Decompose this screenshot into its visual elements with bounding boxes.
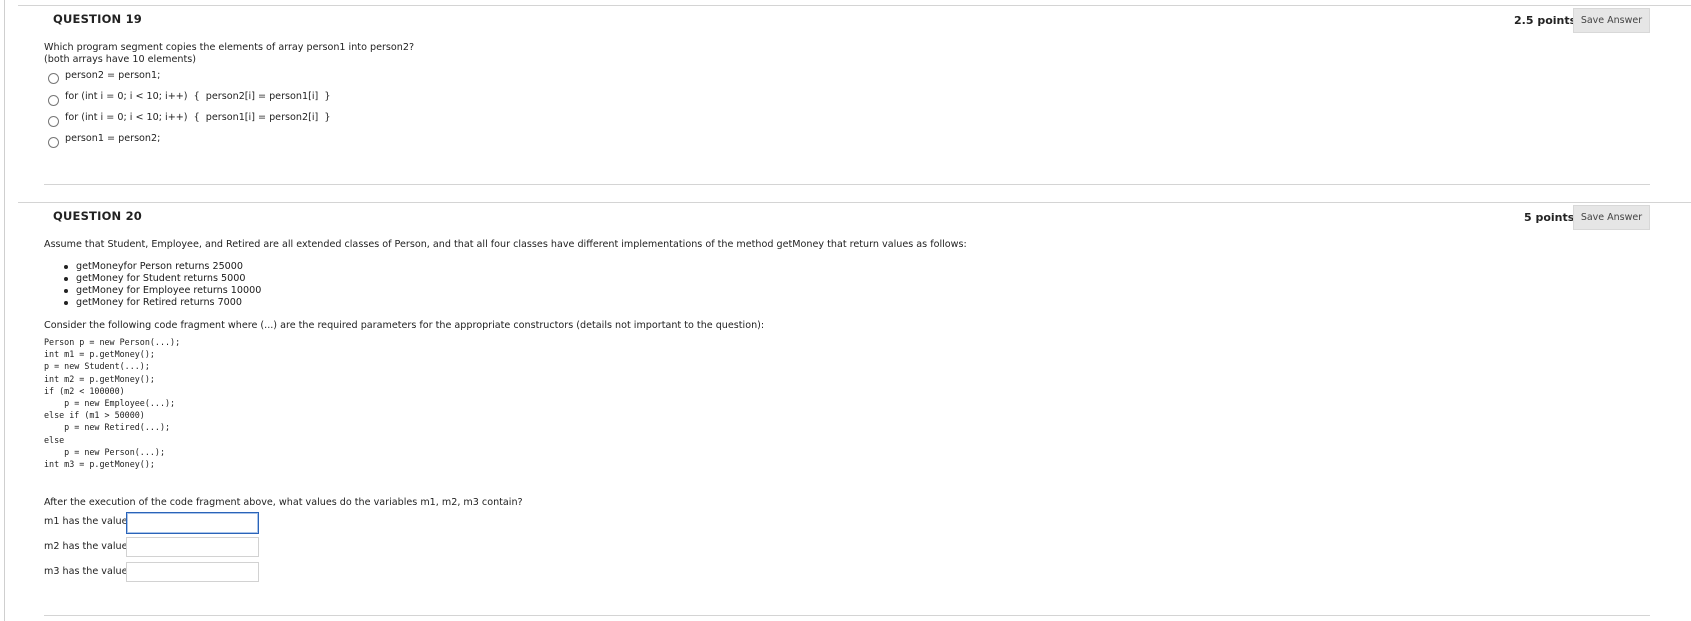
q19-option-3-radio[interactable] bbox=[48, 116, 59, 127]
code-line: int m1 = p.getMoney(); bbox=[44, 349, 155, 360]
q20-save-answer-button[interactable]: Save Answer bbox=[1573, 205, 1650, 230]
q20-intro: Assume that Student, Employee, and Retir… bbox=[44, 239, 967, 250]
code-line: Person p = new Person(...); bbox=[44, 337, 181, 347]
list-item: getMoney for Student returns 5000 bbox=[60, 273, 261, 285]
code-line: p = new Person(...); bbox=[44, 446, 166, 457]
m3-label: m3 has the value bbox=[44, 566, 128, 577]
m1-label: m1 has the value bbox=[44, 516, 128, 527]
page-left-border bbox=[4, 0, 5, 621]
m1-answer-input[interactable] bbox=[126, 512, 259, 534]
list-item: getMoney for Employee returns 10000 bbox=[60, 285, 261, 297]
q20-after-text: After the execution of the code fragment… bbox=[44, 497, 523, 508]
q20-bottom-divider bbox=[44, 615, 1650, 616]
code-line: else bbox=[44, 434, 65, 445]
code-line: int m2 = p.getMoney(); bbox=[44, 373, 155, 384]
q19-points: 2.5 points bbox=[1514, 14, 1577, 27]
m2-label: m2 has the value bbox=[44, 541, 128, 552]
q19-save-answer-button[interactable]: Save Answer bbox=[1573, 8, 1650, 33]
q19-option-2-label[interactable]: for (int i = 0; i < 10; i++) { person2[i… bbox=[65, 91, 330, 102]
q19-prompt-line2: (both arrays have 10 elements) bbox=[44, 54, 196, 65]
q20-return-values-list: getMoneyfor Person returns 25000 getMone… bbox=[60, 261, 261, 309]
q20-consider-text: Consider the following code fragment whe… bbox=[44, 320, 765, 331]
code-line: p = new Retired(...); bbox=[44, 422, 171, 433]
code-line: int m3 = p.getMoney(); bbox=[44, 459, 155, 470]
list-item: getMoneyfor Person returns 25000 bbox=[60, 261, 261, 273]
m3-answer-input[interactable] bbox=[126, 562, 259, 582]
q19-bottom-divider bbox=[44, 184, 1650, 185]
q19-top-divider bbox=[18, 5, 1691, 6]
code-line: p = new Student(...); bbox=[44, 361, 150, 372]
q19-option-1-radio[interactable] bbox=[48, 73, 59, 84]
q20-title: QUESTION 20 bbox=[53, 209, 142, 223]
q19-prompt-line1: Which program segment copies the element… bbox=[44, 42, 415, 53]
q19-option-1-label[interactable]: person2 = person1; bbox=[65, 70, 160, 81]
code-line: if (m2 < 100000) bbox=[44, 385, 125, 396]
q19-option-2-radio[interactable] bbox=[48, 95, 59, 106]
q19-title: QUESTION 19 bbox=[53, 12, 142, 26]
q20-points: 5 points bbox=[1524, 211, 1575, 224]
q19-option-4-radio[interactable] bbox=[48, 137, 59, 148]
m2-answer-input[interactable] bbox=[126, 537, 259, 557]
q19-option-4-label[interactable]: person1 = person2; bbox=[65, 133, 160, 144]
q19-option-3-label[interactable]: for (int i = 0; i < 10; i++) { person1[i… bbox=[65, 112, 330, 123]
code-line: else if (m1 > 50000) bbox=[44, 410, 145, 421]
q20-top-divider bbox=[18, 202, 1691, 203]
code-line: p = new Employee(...); bbox=[44, 398, 176, 409]
list-item: getMoney for Retired returns 7000 bbox=[60, 297, 261, 309]
q20-code-fragment: Person p = new Person(...); int m1 = p.g… bbox=[44, 336, 180, 470]
